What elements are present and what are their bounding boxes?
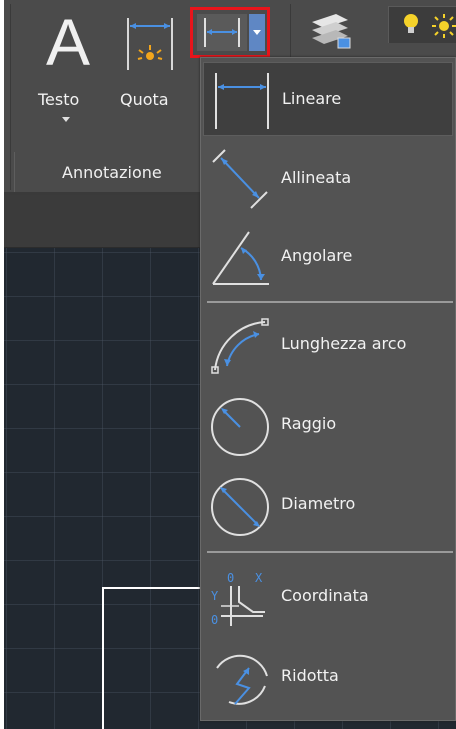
jogged-icon: [216, 654, 268, 705]
sun-icon[interactable]: [430, 12, 456, 40]
ribbon-separator: [10, 4, 11, 190]
autocad-window: A Testo Quota Annotazione Lineare Alline…: [4, 0, 456, 729]
annotation-panel-title[interactable]: Annotazione: [62, 163, 162, 182]
text-dropdown-caret-icon[interactable]: [62, 117, 70, 122]
svg-text:Y: Y: [211, 589, 219, 603]
lightbulb-icon[interactable]: [402, 12, 420, 38]
svg-text:0: 0: [227, 571, 234, 585]
menu-item-diameter[interactable]: Diametro: [203, 468, 453, 542]
menu-separator: [207, 301, 453, 303]
ordinate-icon: 0 X Y 0: [211, 571, 265, 627]
layers-icon[interactable]: [308, 10, 352, 50]
menu-item-linear[interactable]: Lineare: [203, 62, 453, 136]
dimension-split-button[interactable]: [190, 7, 270, 58]
aligned-dimension-icon: [212, 149, 268, 209]
menu-item-ordinate[interactable]: 0 X Y 0 Coordinata: [203, 560, 453, 634]
menu-item-label: Lineare: [282, 89, 342, 108]
menu-item-label: Allineata: [281, 168, 352, 187]
menu-item-angular[interactable]: Angolare: [203, 220, 453, 294]
arc-length-icon: [211, 318, 269, 374]
menu-item-jogged[interactable]: Ridotta: [203, 640, 453, 714]
menu-item-aligned[interactable]: Allineata: [203, 142, 453, 216]
menu-item-arc-length[interactable]: Lunghezza arco: [203, 308, 453, 382]
diameter-icon: [211, 478, 269, 536]
menu-separator: [207, 551, 453, 553]
dimension-button-label[interactable]: Quota: [120, 90, 169, 109]
menu-item-label: Coordinata: [281, 586, 369, 605]
linear-dimension-icon: [215, 73, 269, 129]
menu-item-label: Lunghezza arco: [281, 334, 407, 353]
dimension-type-menu: Lineare Allineata Angolare Lunghezza arc…: [200, 57, 456, 721]
text-icon[interactable]: A: [38, 8, 98, 76]
menu-item-label: Ridotta: [281, 666, 339, 685]
dimension-dropdown-arrow-icon[interactable]: [249, 14, 265, 51]
dimension-icon[interactable]: [124, 12, 176, 74]
menu-item-label: Raggio: [281, 414, 337, 433]
radius-icon: [211, 398, 269, 456]
linear-dimension-icon: [204, 18, 240, 47]
menu-item-radius[interactable]: Raggio: [203, 388, 453, 462]
panel-divider: [14, 152, 15, 192]
menu-item-label: Angolare: [281, 246, 353, 265]
svg-text:0: 0: [211, 613, 218, 627]
angular-dimension-icon: [212, 231, 269, 285]
linear-dimension-button[interactable]: [197, 14, 247, 51]
menu-item-label: Diametro: [281, 494, 356, 513]
text-button-label[interactable]: Testo: [38, 90, 79, 109]
svg-text:X: X: [255, 571, 263, 585]
